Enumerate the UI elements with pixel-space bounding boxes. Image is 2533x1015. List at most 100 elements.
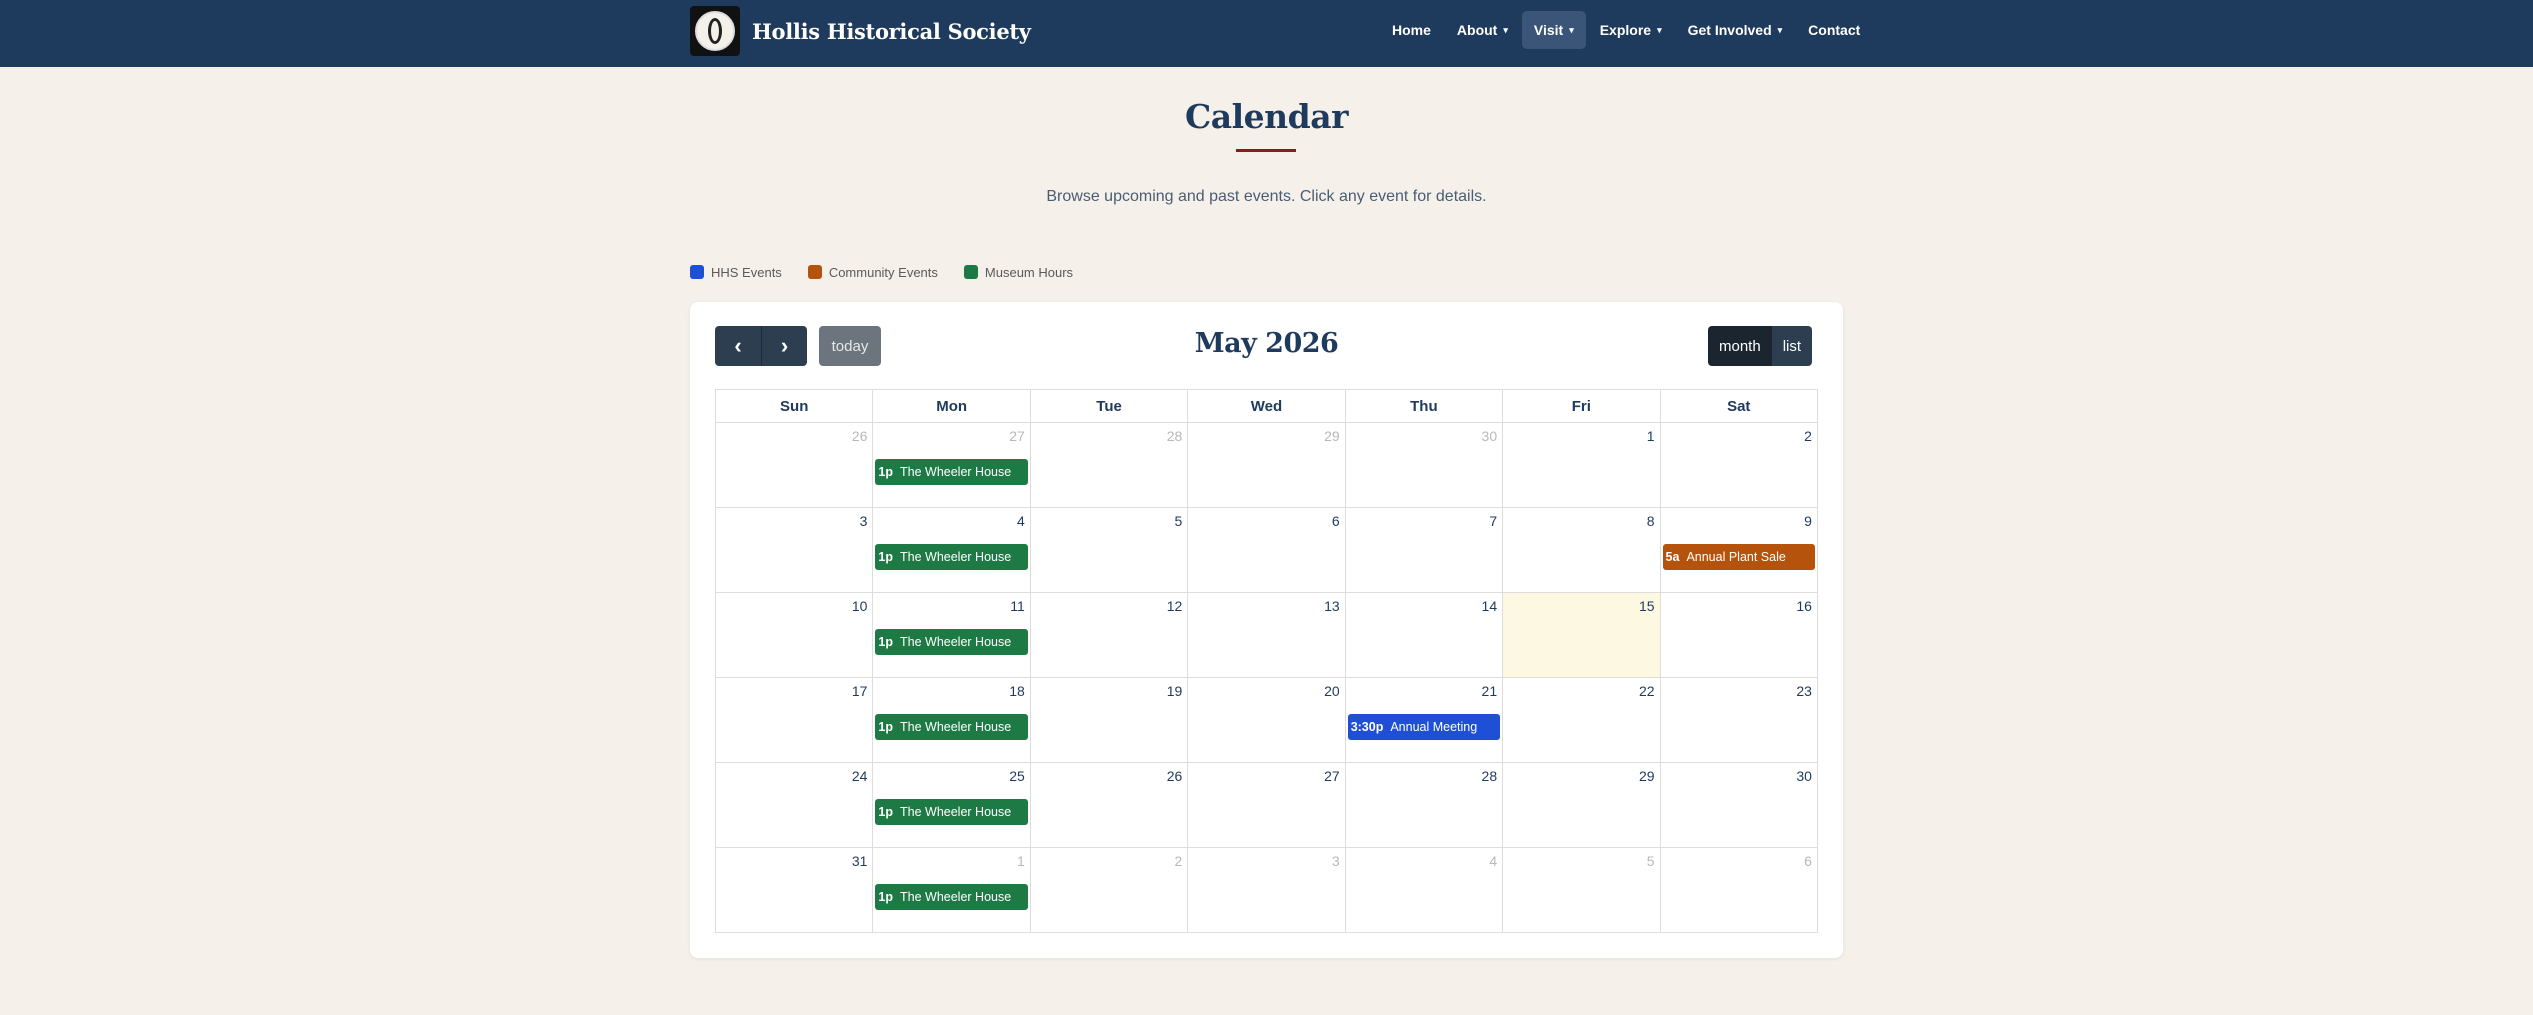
day-number[interactable]: 28 [1167, 428, 1183, 444]
day-number[interactable]: 29 [1639, 768, 1655, 784]
day-number[interactable]: 2 [1804, 428, 1812, 444]
day-cell[interactable]: 29 [1188, 423, 1346, 508]
day-number[interactable]: 26 [852, 428, 868, 444]
day-number[interactable]: 24 [852, 768, 868, 784]
calendar-event[interactable]: 1p The Wheeler House [875, 629, 1028, 655]
day-cell[interactable]: 25 1p The Wheeler House [873, 763, 1031, 848]
day-cell[interactable]: 3 [1188, 848, 1346, 933]
day-number[interactable]: 13 [1324, 598, 1340, 614]
day-number[interactable]: 10 [852, 598, 868, 614]
day-cell[interactable]: 27 1p The Wheeler House [873, 423, 1031, 508]
day-number[interactable]: 28 [1482, 768, 1498, 784]
day-cell[interactable]: 16 [1660, 593, 1818, 678]
calendar-event[interactable]: 3:30p Annual Meeting [1347, 714, 1501, 740]
day-number[interactable]: 1 [1017, 853, 1025, 869]
day-cell[interactable]: 1 [1503, 423, 1661, 508]
day-cell[interactable]: 6 [1188, 508, 1346, 593]
day-number[interactable]: 30 [1482, 428, 1498, 444]
day-cell[interactable]: 6 [1660, 848, 1818, 933]
day-cell[interactable]: 27 [1188, 763, 1346, 848]
nav-item-visit[interactable]: Visit ▾ [1521, 11, 1586, 49]
day-number[interactable]: 2 [1174, 853, 1182, 869]
day-cell[interactable]: 21 3:30p Annual Meeting [1345, 678, 1504, 763]
brand-link[interactable]: Hollis Historical Society [690, 6, 1031, 56]
day-cell[interactable]: 5 [1503, 848, 1661, 933]
day-cell[interactable]: 18 1p The Wheeler House [873, 678, 1031, 763]
day-cell[interactable]: 2 [1660, 423, 1818, 508]
day-number[interactable]: 3 [1332, 853, 1340, 869]
day-number[interactable]: 19 [1167, 683, 1183, 699]
day-number[interactable]: 25 [1009, 768, 1025, 784]
day-cell[interactable]: 28 [1030, 423, 1189, 508]
day-number[interactable]: 27 [1324, 768, 1340, 784]
nav-item-contact[interactable]: Contact [1796, 11, 1872, 49]
day-number[interactable]: 22 [1639, 683, 1655, 699]
day-cell[interactable]: 26 [716, 423, 874, 508]
day-cell[interactable]: 4 [1345, 848, 1504, 933]
calendar-event[interactable]: 1p The Wheeler House [875, 884, 1028, 910]
day-number[interactable]: 11 [1010, 598, 1025, 614]
day-number[interactable]: 6 [1332, 513, 1340, 529]
day-number[interactable]: 3 [860, 513, 868, 529]
day-cell[interactable]: 30 [1345, 423, 1504, 508]
nav-item-explore[interactable]: Explore ▾ [1588, 11, 1674, 49]
day-number[interactable]: 5 [1647, 853, 1655, 869]
nav-item-about[interactable]: About ▾ [1445, 11, 1520, 49]
day-number[interactable]: 29 [1324, 428, 1340, 444]
day-number[interactable]: 23 [1796, 683, 1812, 699]
day-cell[interactable]: 30 [1660, 763, 1818, 848]
day-cell[interactable]: 9 5a Annual Plant Sale [1660, 508, 1818, 593]
day-cell[interactable]: 1 1p The Wheeler House [873, 848, 1031, 933]
calendar-event[interactable]: 1p The Wheeler House [875, 799, 1028, 825]
nav-item-get-involved[interactable]: Get Involved ▾ [1676, 11, 1795, 49]
day-number[interactable]: 30 [1796, 768, 1812, 784]
view-list-button[interactable]: list [1771, 326, 1813, 366]
day-cell[interactable]: 24 [716, 763, 874, 848]
day-cell[interactable]: 19 [1030, 678, 1189, 763]
day-number[interactable]: 1 [1647, 428, 1655, 444]
calendar-event[interactable]: 5a Annual Plant Sale [1662, 544, 1815, 570]
calendar-event[interactable]: 1p The Wheeler House [875, 544, 1028, 570]
day-cell[interactable]: 26 [1030, 763, 1189, 848]
day-number[interactable]: 9 [1804, 513, 1812, 529]
day-number[interactable]: 4 [1017, 513, 1025, 529]
calendar-event[interactable]: 1p The Wheeler House [875, 459, 1028, 485]
day-cell[interactable]: 28 [1345, 763, 1504, 848]
nav-item-home[interactable]: Home [1380, 11, 1443, 49]
day-cell[interactable]: 5 [1030, 508, 1189, 593]
day-number[interactable]: 27 [1009, 428, 1025, 444]
day-cell[interactable]: 17 [716, 678, 874, 763]
day-cell[interactable]: 4 1p The Wheeler House [873, 508, 1031, 593]
calendar-event[interactable]: 1p The Wheeler House [875, 714, 1028, 740]
day-number[interactable]: 31 [852, 853, 868, 869]
day-cell[interactable]: 13 [1188, 593, 1346, 678]
day-cell[interactable]: 31 [716, 848, 874, 933]
day-cell[interactable]: 11 1p The Wheeler House [873, 593, 1031, 678]
day-number[interactable]: 26 [1167, 768, 1183, 784]
day-cell[interactable]: 12 [1030, 593, 1189, 678]
day-cell[interactable]: 7 [1345, 508, 1504, 593]
day-cell[interactable]: 23 [1660, 678, 1818, 763]
day-number[interactable]: 7 [1489, 513, 1497, 529]
day-cell-today[interactable]: 15 [1503, 593, 1661, 678]
day-number[interactable]: 14 [1482, 598, 1498, 614]
view-month-button[interactable]: month [1708, 326, 1772, 366]
day-cell[interactable]: 3 [716, 508, 874, 593]
day-number[interactable]: 18 [1009, 683, 1025, 699]
day-number[interactable]: 21 [1482, 683, 1498, 699]
day-number[interactable]: 5 [1174, 513, 1182, 529]
day-number[interactable]: 15 [1639, 598, 1655, 614]
day-number[interactable]: 20 [1324, 683, 1340, 699]
day-cell[interactable]: 14 [1345, 593, 1504, 678]
day-cell[interactable]: 10 [716, 593, 874, 678]
day-number[interactable]: 8 [1647, 513, 1655, 529]
day-number[interactable]: 17 [852, 683, 868, 699]
day-cell[interactable]: 2 [1030, 848, 1189, 933]
day-number[interactable]: 12 [1167, 598, 1183, 614]
day-cell[interactable]: 8 [1503, 508, 1661, 593]
day-number[interactable]: 4 [1489, 853, 1497, 869]
day-cell[interactable]: 20 [1188, 678, 1346, 763]
day-cell[interactable]: 29 [1503, 763, 1661, 848]
day-number[interactable]: 16 [1796, 598, 1812, 614]
day-cell[interactable]: 22 [1503, 678, 1661, 763]
